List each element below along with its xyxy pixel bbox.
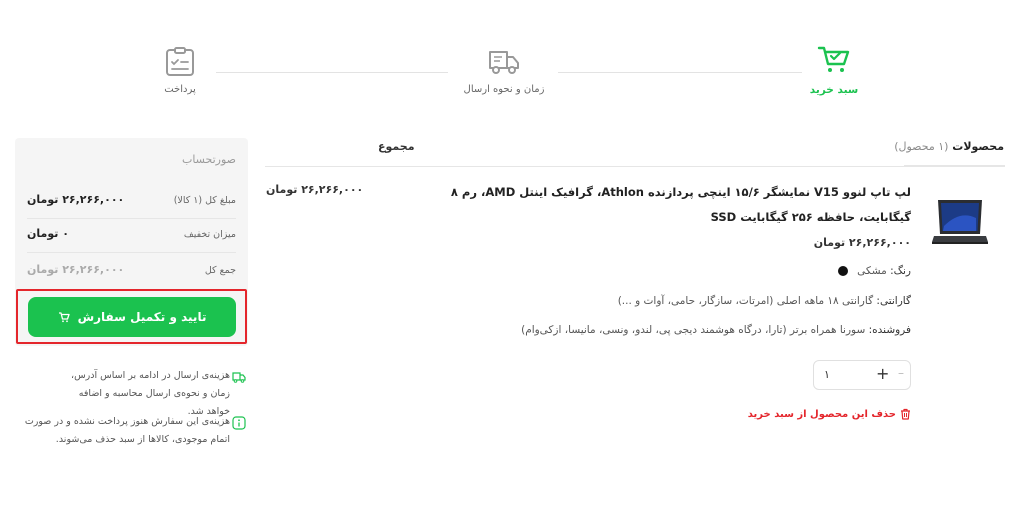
invoice-title: صورتحساب xyxy=(181,153,236,166)
total-header: مجموع xyxy=(378,140,415,153)
seller-value: سورنا همراه برتر (تارا، درگاه هوشمند دیج… xyxy=(521,324,866,336)
products-count: (۱ محصول) xyxy=(894,140,949,153)
products-header: محصولات (۱ محصول) xyxy=(894,140,1004,153)
color-value: مشکی xyxy=(857,265,887,277)
warranty-value: گارانتی ۱۸ ماهه اصلی (امرتات، سازگار، حا… xyxy=(617,295,874,307)
cart-check-icon xyxy=(817,46,850,72)
checkout-highlight: تایید و تکمیل سفارش xyxy=(16,289,247,344)
product-seller: فروشنده: سورنا همراه برتر (تارا، درگاه ه… xyxy=(521,324,911,336)
divider xyxy=(265,166,1005,167)
invoice-row-label: میزان تخفیف xyxy=(183,229,236,240)
invoice-row-value: ۰ تومان xyxy=(27,227,69,240)
color-swatch xyxy=(837,266,848,276)
info-icon xyxy=(232,416,246,430)
divider xyxy=(27,252,236,253)
divider xyxy=(904,165,1005,167)
truck-icon xyxy=(232,372,246,383)
trash-icon xyxy=(901,408,910,420)
truck-icon xyxy=(489,51,519,74)
invoice-row-total: جمع کل ۲۶,۲۶۶,۰۰۰ تومان xyxy=(27,261,236,283)
invoice-row-discount: میزان تخفیف ۰ تومان xyxy=(27,225,236,247)
step-cart-label[interactable]: سبد خرید xyxy=(764,84,904,96)
quantity-stepper[interactable]: ۱ + – xyxy=(813,360,911,390)
color-label: رنگ: xyxy=(890,265,911,277)
step-divider xyxy=(558,72,802,73)
checkout-button-label: تایید و تکمیل سفارش xyxy=(77,310,207,324)
products-header-label: محصولات xyxy=(952,140,1004,153)
remove-item-button[interactable]: حذف این محصول از سبد خرید xyxy=(748,408,911,420)
stock-note: هزینه‌ی این سفارش هنوز پرداخت نشده‌ و در… xyxy=(24,416,230,445)
cart-icon xyxy=(58,311,70,322)
invoice-row-label: مبلغ کل (۱ کالا) xyxy=(173,195,236,206)
step-payment-label[interactable]: پرداخت xyxy=(110,84,250,95)
invoice-row-value: ۲۶,۲۶۶,۰۰۰ تومان xyxy=(27,193,125,206)
product-image[interactable] xyxy=(930,196,990,248)
product-title[interactable]: لپ تاپ لنوو V15 نمایشگر ۱۵/۶ اینچی پرداز… xyxy=(411,180,911,230)
divider xyxy=(27,218,236,219)
warranty-label: گارانتی: xyxy=(876,295,911,307)
line-total: ۲۶,۲۶۶,۰۰۰ تومان xyxy=(266,183,364,196)
quantity-value: ۱ xyxy=(824,368,830,381)
invoice-row-value: ۲۶,۲۶۶,۰۰۰ تومان xyxy=(27,263,125,276)
clipboard-check-icon xyxy=(166,47,194,76)
step-divider xyxy=(216,72,448,73)
invoice-row-label: جمع کل xyxy=(204,265,236,276)
seller-label: فروشنده: xyxy=(868,324,911,336)
product-color: رنگ: مشکی xyxy=(837,265,911,277)
minus-icon[interactable]: – xyxy=(898,366,904,380)
invoice-row-subtotal: مبلغ کل (۱ کالا) ۲۶,۲۶۶,۰۰۰ تومان xyxy=(27,191,236,213)
step-shipping-label[interactable]: زمان و نحوه ارسال xyxy=(434,84,574,95)
product-price: ۲۶,۲۶۶,۰۰۰ تومان xyxy=(813,236,911,249)
checkout-button[interactable]: تایید و تکمیل سفارش xyxy=(28,297,236,337)
plus-icon[interactable]: + xyxy=(876,364,889,383)
product-warranty: گارانتی: گارانتی ۱۸ ماهه اصلی (امرتات، س… xyxy=(618,295,911,307)
remove-item-label: حذف این محصول از سبد خرید xyxy=(747,408,896,420)
